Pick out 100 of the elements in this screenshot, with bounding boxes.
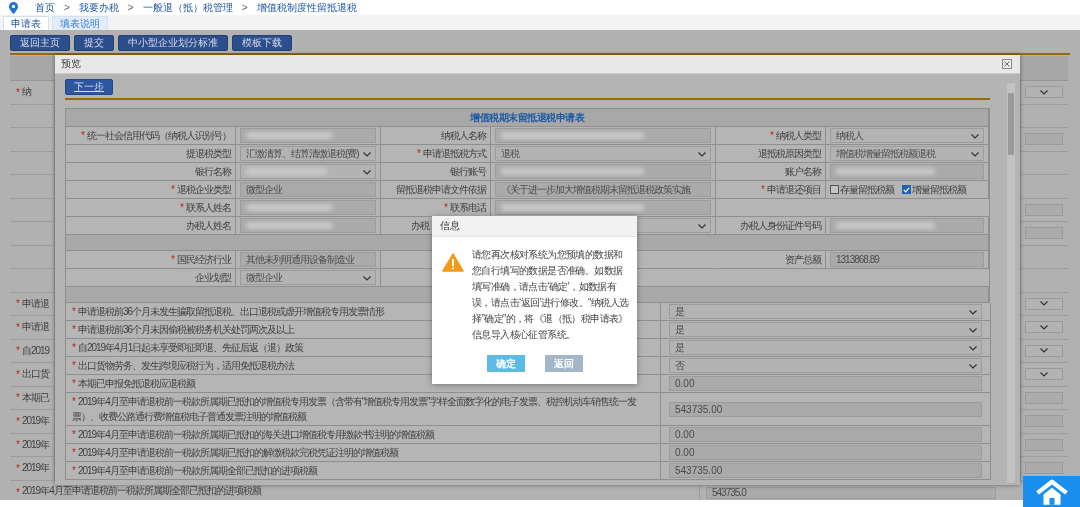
chevron-icon [1040,348,1048,354]
input-field[interactable] [830,164,984,179]
select-field[interactable]: 纳税人 [830,128,984,143]
select-field[interactable] [240,164,376,179]
field-label: 提退税类型 [186,146,231,161]
required-mark: * [16,439,20,451]
breadcrumb-separator: > [127,2,134,13]
chevron-icon [1040,324,1048,330]
form-title: 增值税期末留抵退税申请表 [66,109,989,127]
required-mark: * [761,184,765,195]
chevron-icon [971,152,979,157]
input-field[interactable]: 0.00 [669,376,982,391]
field-label: 企业划型 [195,270,231,285]
field-label: 退抵税原因类型 [758,146,821,161]
input-field[interactable] [1025,462,1063,475]
required-mark: * [16,462,20,474]
chevron-icon [971,134,979,139]
field-label: 出口货 [21,367,49,382]
field-label: 银行名称 [195,164,231,179]
question-label: * 自2019年4月1日起未享受即征即退、先征后返（退）政策 [72,342,304,353]
toolbar-button[interactable]: 中小型企业划分标准 [118,35,228,51]
breadcrumb-separator: > [64,2,70,13]
required-mark: * [16,392,20,404]
question-label: * 申请退税前36个月未因偷税被税务机关处罚两次及以上 [72,324,295,335]
required-mark: * [81,130,85,141]
required-mark: * [16,345,20,357]
input-field[interactable]: 543735.00 [669,401,982,417]
input-field[interactable]: 0.00 [669,445,982,460]
required-mark: * [171,184,175,195]
select-field[interactable] [1025,86,1063,99]
input-field[interactable]: 0.00 [669,427,982,442]
input-field[interactable] [830,218,984,233]
field-label: 账户名称 [785,164,821,179]
close-button[interactable] [1002,59,1012,69]
select-field[interactable] [1025,368,1063,381]
next-step-button[interactable]: 下一步 [65,79,113,95]
chevron-icon [969,364,977,369]
field-label: 办税 [411,218,429,233]
breadcrumb-link[interactable]: 首页 [35,0,55,15]
check-icon [903,185,910,194]
field-label: 退税企业类型 [177,182,231,197]
field-label: 2019年4月至申请退税前一税款所属期全部已抵扣的进项税额 [21,483,261,498]
field-label: 2019年 [21,414,50,429]
select-field[interactable]: 汇缴清算、结算清缴退税(费) [240,146,376,161]
house-icon [1034,479,1069,505]
field-label: 联系人姓名 [186,200,231,215]
input-field[interactable]: 543735.0 [706,486,996,499]
question-label: * 2019年4月至申请退税前一税款所属期已抵扣的增值税专用发票（含带有“增值税专用发票”字样全面数字化的电子发票、税控机动车销售统一发票）、收费公路通行费增值税电子普通发票注明的增值税额 [72,396,637,422]
question-label: * 2019年4月至申请退税前一税款所属期已抵扣的海关进口增值税专用缴款书注明的增值税额 [72,429,434,440]
field-label: 申请退 [21,296,49,311]
toolbar-button[interactable]: 提交 [74,35,114,51]
checkbox[interactable]: 增量留抵税额 [902,182,966,197]
chevron-icon [969,346,977,351]
input-field[interactable] [495,200,711,215]
select-field[interactable]: 微型企业 [240,270,376,285]
close-icon [1004,61,1010,67]
select-field[interactable] [1025,297,1063,310]
select-field[interactable] [1025,344,1063,357]
field-label: 国民经济行业 [177,252,231,267]
select-field[interactable] [1025,321,1063,334]
input-field[interactable]: 其他未列明通用设备制造业 [240,252,376,267]
question-label: * 2019年4月至申请退税前一税款所属期全部已抵扣的进项税额 [72,465,317,476]
tab[interactable]: 申请表 [3,16,49,30]
required-mark: * [16,415,20,427]
breadcrumb-separator: > [241,2,248,13]
select-field[interactable]: 退税 [495,146,711,161]
toolbar-button[interactable]: 返回主页 [10,35,70,51]
select-field[interactable]: 否 [669,358,982,373]
select-field[interactable]: 是 [669,340,982,355]
field-label: 统一社会信用代码（纳税人识别号） [87,128,231,143]
select-field[interactable]: 增值税增量留抵税额退税 [830,146,984,161]
field-label: 自2019 [21,343,50,358]
home-button[interactable] [1023,476,1080,507]
checkbox[interactable]: 存量留抵税额 [830,182,894,197]
input-field[interactable]: 1313868.89 [830,252,984,267]
required-mark: * [417,148,421,159]
select-field[interactable]: 是 [669,322,982,337]
question-label: * 出口货物劳务、发生跨境应税行为，适用免抵退税办法 [72,360,294,371]
field-label: 申请退 [21,320,49,335]
required-mark: * [16,298,20,310]
input-field[interactable] [240,218,376,233]
select-field[interactable]: 是 [669,304,982,319]
input-field[interactable] [495,164,711,179]
chevron-icon [969,328,977,333]
breadcrumb-link[interactable]: 一般退（抵）税管理 [142,0,233,15]
chevron-icon [969,310,977,315]
field-label: 2019年 [21,461,50,476]
input-field[interactable] [240,200,376,215]
input-field[interactable]: 微型企业 [240,182,376,197]
field-label: 留抵退税申请文件依据 [396,182,486,197]
input-field[interactable]: 543735.00 [669,463,982,478]
input-field[interactable] [240,128,376,143]
warning-icon [442,253,464,272]
toolbar-button[interactable]: 模板下载 [232,35,292,51]
breadcrumb-link[interactable]: 我要办税 [78,0,119,15]
chevron-icon [1040,301,1048,307]
tab[interactable]: 填表说明 [52,16,108,30]
input-field[interactable] [495,128,711,143]
scrollbar[interactable] [1007,83,1015,483]
breadcrumb-link[interactable]: 增值税制度性留抵退税 [256,0,357,15]
